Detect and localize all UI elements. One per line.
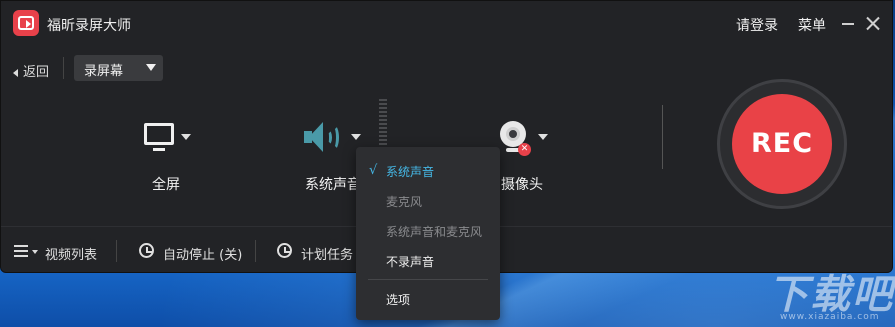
- bottom-divider: [255, 240, 256, 262]
- minimize-icon[interactable]: [842, 23, 854, 25]
- stopwatch-icon[interactable]: [139, 243, 154, 258]
- rec-button-ring: REC: [717, 79, 847, 209]
- back-arrow-icon: [13, 68, 18, 77]
- menu-item-no-audio[interactable]: 不录声音: [386, 253, 434, 270]
- menu-item-system-audio[interactable]: 系统声音: [386, 163, 434, 180]
- monitor-icon[interactable]: [144, 123, 178, 153]
- dropdown-caret-icon: [146, 64, 156, 71]
- record-mode-label: 录屏幕: [84, 64, 124, 79]
- back-button[interactable]: 返回: [13, 61, 49, 80]
- menu-item-system-and-mic[interactable]: 系统声音和麦克风: [386, 223, 482, 240]
- back-label: 返回: [23, 65, 50, 80]
- audio-source-menu: √ 系统声音 麦克风 系统声音和麦克风 不录声音 选项: [356, 147, 500, 320]
- watermark-url: www.xiazaiba.com: [780, 312, 880, 322]
- list-caret-icon[interactable]: [32, 250, 38, 254]
- menu-item-options[interactable]: 选项: [386, 291, 410, 308]
- check-icon: √: [369, 163, 378, 178]
- menu-button[interactable]: 菜单: [798, 15, 826, 35]
- close-icon[interactable]: [865, 15, 881, 31]
- app-title: 福昕录屏大师: [47, 18, 131, 34]
- screen-caret-icon[interactable]: [181, 134, 191, 140]
- record-mode-select[interactable]: 录屏幕: [74, 55, 163, 81]
- rec-divider: [662, 105, 663, 169]
- schedule-task-button[interactable]: 计划任务 (: [301, 244, 362, 263]
- list-icon[interactable]: [14, 245, 28, 257]
- menu-divider: [368, 279, 488, 280]
- speaker-icon[interactable]: [304, 122, 346, 154]
- audio-caret-icon[interactable]: [351, 134, 361, 140]
- menu-item-microphone[interactable]: 麦克风: [386, 193, 422, 210]
- camera-caret-icon[interactable]: [538, 134, 548, 140]
- app-logo-icon: [13, 10, 39, 36]
- login-link[interactable]: 请登录: [736, 15, 778, 35]
- title-bar: 福昕录屏大师 请登录 菜单: [1, 1, 892, 45]
- camera-option-label[interactable]: 摄像头: [501, 174, 543, 194]
- clock-icon[interactable]: [277, 243, 292, 258]
- volume-meter: [379, 99, 387, 151]
- webcam-icon[interactable]: ✕: [498, 121, 532, 156]
- video-list-button[interactable]: 视频列表: [45, 244, 97, 263]
- camera-off-icon: ✕: [518, 143, 531, 156]
- toolbar-divider: [63, 57, 64, 79]
- bottom-divider: [116, 240, 117, 262]
- audio-option-label[interactable]: 系统声音: [305, 174, 361, 194]
- rec-button[interactable]: REC: [732, 94, 832, 194]
- auto-stop-button[interactable]: 自动停止 (关): [163, 244, 242, 263]
- screen-option-label[interactable]: 全屏: [152, 174, 180, 194]
